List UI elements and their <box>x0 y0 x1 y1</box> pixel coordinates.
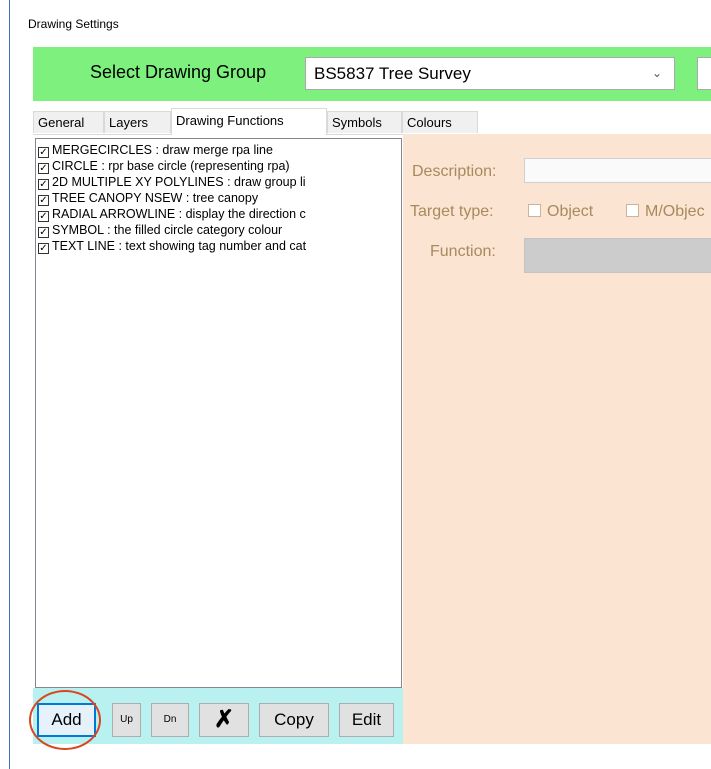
checkbox-checked-icon[interactable]: ✓ <box>38 147 49 158</box>
checkbox-checked-icon[interactable]: ✓ <box>38 227 49 238</box>
tab-drawing-functions[interactable]: Drawing Functions <box>171 108 327 135</box>
group-extra-button[interactable] <box>697 57 711 90</box>
checkbox-checked-icon[interactable]: ✓ <box>38 179 49 190</box>
add-button[interactable]: Add <box>37 703 96 737</box>
tab-layers[interactable]: Layers <box>104 111 171 133</box>
copy-button[interactable]: Copy <box>259 703 329 737</box>
list-item[interactable]: ✓ MERGECIRCLES : draw merge rpa line <box>38 142 400 158</box>
group-label: Select Drawing Group <box>90 62 267 82</box>
checkbox-checked-icon[interactable]: ✓ <box>38 195 49 206</box>
tab-symbols[interactable]: Symbols <box>327 111 402 133</box>
checkbox-checked-icon[interactable]: ✓ <box>38 243 49 254</box>
object-option[interactable]: Object <box>528 203 593 221</box>
drawing-group-value: BS5837 Tree Survey <box>314 64 471 83</box>
drawing-group-select[interactable]: BS5837 Tree Survey ⌄ <box>305 57 675 90</box>
tab-colours[interactable]: Colours <box>402 111 478 133</box>
list-item[interactable]: ✓ CIRCLE : rpr base circle (representing … <box>38 158 400 174</box>
tab-strip: General Layers Drawing Functions Symbols… <box>33 108 711 135</box>
description-field[interactable] <box>524 158 711 183</box>
delete-button[interactable]: ✗ <box>199 703 249 737</box>
edit-button[interactable]: Edit <box>339 703 394 737</box>
move-down-button[interactable]: Dn <box>151 703 189 737</box>
checkbox-checked-icon[interactable]: ✓ <box>38 211 49 222</box>
list-item[interactable]: ✓ TEXT LINE : text showing tag number and… <box>38 238 400 254</box>
function-field[interactable] <box>524 238 711 273</box>
list-item[interactable]: ✓ 2D MULTIPLE XY POLYLINES : draw group l… <box>38 174 400 190</box>
list-item[interactable]: ✓ SYMBOL : the filled circle category col… <box>38 222 400 238</box>
function-label: Function: <box>430 243 496 260</box>
mobject-option[interactable]: M/Objec <box>626 203 705 221</box>
chevron-down-icon: ⌄ <box>651 66 662 80</box>
checkbox-checked-icon[interactable]: ✓ <box>38 163 49 174</box>
checkbox-unchecked-icon[interactable] <box>626 204 639 217</box>
function-detail-panel <box>403 134 711 744</box>
target-type-label: Target type: <box>410 203 494 220</box>
list-item[interactable]: ✓ RADIAL ARROWLINE : display the directio… <box>38 206 400 222</box>
move-up-button[interactable]: Up <box>112 703 141 737</box>
function-list[interactable]: ✓ MERGECIRCLES : draw merge rpa line ✓ CIR… <box>35 138 402 688</box>
list-item[interactable]: ✓ TREE CANOPY NSEW : tree canopy <box>38 190 400 206</box>
tab-general[interactable]: General <box>33 111 104 133</box>
description-label: Description: <box>412 163 497 180</box>
checkbox-unchecked-icon[interactable] <box>528 204 541 217</box>
window-title: Drawing Settings <box>28 17 119 31</box>
